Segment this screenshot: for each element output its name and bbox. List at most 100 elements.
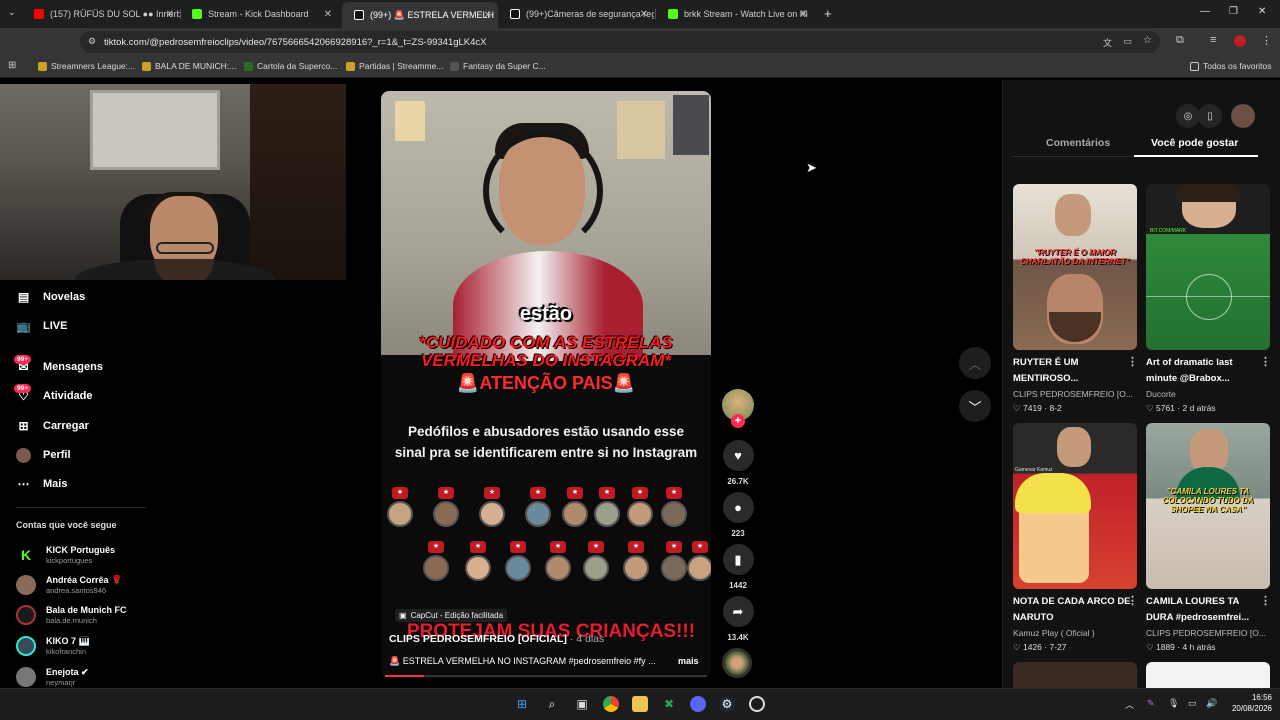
tray-app-icon[interactable]: ✎ (1147, 698, 1155, 709)
steam-icon[interactable]: ⚙ (719, 696, 735, 712)
browser-tab-kick-dashboard[interactable]: Stream - Kick Dashboard ✕ (180, 4, 338, 24)
browser-tab-kick-brkk[interactable]: brkk Stream - Watch Live on Ki ✕ (656, 4, 814, 24)
all-bookmarks[interactable]: Todos os favoritos (1190, 61, 1272, 71)
recommended-video-thumbnail[interactable]: Gamevar Kamuz (1013, 423, 1137, 589)
recommended-video-thumbnail[interactable]: "RUYTER É O MAIOR CHARLATÃO DA INTERNET" (1013, 184, 1137, 350)
sidebar-item-mais[interactable]: ⋯ Mais (16, 474, 68, 494)
followed-account[interactable]: KIKO 7 🎹 kikofranchin (16, 634, 90, 658)
tiktok-favicon-icon (510, 9, 520, 19)
new-tab-icon[interactable]: + (824, 6, 832, 21)
device-icon[interactable]: ▯ (1198, 104, 1222, 128)
video-author[interactable]: CLIPS PEDROSEMFREIO [OFICIAL] · 4 dias (389, 633, 604, 645)
recommended-video-title[interactable]: NOTA DE CADA ARCO DE NARUTO (1013, 594, 1131, 626)
followed-account[interactable]: Bala de Munich FC bala.de.munich (16, 603, 127, 627)
compass-icon[interactable]: ◎ (1176, 104, 1200, 128)
tab-comentarios[interactable]: Comentários (1046, 137, 1110, 149)
red-star-badge-icon: ★ (428, 541, 444, 553)
recommended-video-thumbnail[interactable] (1013, 662, 1137, 688)
browser-tab-youtube[interactable]: (157) RÜFÜS DU SOL ●● Innerb ✕ (22, 4, 180, 24)
followed-account[interactable]: K KICK Português kickportugues (16, 543, 115, 567)
save-button[interactable]: ▮ 1442 (722, 544, 754, 590)
media-control-icon[interactable]: ≡ (1210, 34, 1216, 46)
recommended-video-thumbnail[interactable] (1146, 662, 1270, 688)
sidebar-item-live[interactable]: 📺 LIVE (16, 316, 67, 336)
bookmark-item[interactable]: Streamners League:... (38, 61, 135, 71)
video-progress-bar[interactable] (385, 675, 707, 677)
share-icon: ➦ (722, 596, 754, 627)
excel-icon[interactable]: ✖ (661, 696, 677, 712)
recommended-video-stats: ♡ 1889 · 4 h atrás (1146, 642, 1216, 652)
bookmark-item[interactable]: Partidas | Streamme... (346, 61, 443, 71)
follow-plus-icon[interactable]: + (731, 414, 745, 428)
bookmark-item[interactable]: Fantasy da Super C... (450, 61, 546, 71)
recommended-video-thumbnail[interactable]: BIT.COM/MARK (1146, 184, 1270, 350)
minimize-window-icon[interactable]: — (1200, 6, 1210, 17)
recommended-video-title[interactable]: CAMILA LOURES TA DURA #pedrosemfrei... (1146, 594, 1264, 626)
share-button[interactable]: ➦ 13.4K (722, 596, 754, 642)
tray-expand-icon[interactable]: ︿ (1125, 698, 1134, 711)
chrome-menu-icon[interactable]: ⋮ (1261, 34, 1272, 47)
more-options-icon[interactable]: ⋮ (1260, 594, 1271, 607)
taskbar-clock[interactable]: 16:56 20/08/2026 (1222, 692, 1272, 714)
translate-icon[interactable]: 文 (1103, 36, 1112, 49)
more-options-icon[interactable]: ⋮ (1127, 355, 1138, 368)
red-star-badge-icon: ★ (628, 541, 644, 553)
followed-account[interactable]: Andréa Corrêa 🌹 andrea.santos946 (16, 573, 122, 597)
recommended-video-author[interactable]: CLIPS PEDROSEMFREIO [O... (1013, 389, 1137, 399)
obs-icon[interactable] (749, 696, 765, 712)
more-options-icon[interactable]: ⋮ (1127, 594, 1138, 607)
comment-button[interactable]: ● 223 (722, 492, 754, 538)
site-info-icon[interactable]: ⚙ (88, 36, 96, 47)
next-video-button[interactable]: ﹀ (959, 390, 991, 422)
browser-tab-tiktok-active[interactable]: (99+) 🚨 ESTRELA VERMELH ✕ (342, 2, 498, 28)
recommended-video-title[interactable]: RUYTER É UM MENTIROSO... (1013, 355, 1131, 387)
bookmark-item[interactable]: Cartola da Superco... (244, 61, 337, 71)
close-tab-icon[interactable]: ✕ (484, 10, 492, 21)
user-avatar[interactable] (1231, 104, 1255, 128)
sidebar-item-carregar[interactable]: ⊞ Carregar (16, 416, 88, 436)
more-button[interactable]: mais (678, 656, 699, 666)
sidebar-item-novelas[interactable]: ▤ Novelas (16, 287, 85, 307)
search-icon[interactable]: ⌕ (544, 696, 560, 712)
profile-avatar-icon[interactable] (1234, 35, 1246, 47)
apps-grid-icon[interactable]: ⊞ (8, 60, 16, 71)
music-disc-icon[interactable] (722, 648, 752, 678)
close-tab-icon[interactable]: ✕ (640, 9, 648, 20)
upload-icon: ⊞ (18, 419, 29, 433)
extensions-icon[interactable]: ⧉ (1176, 34, 1184, 47)
close-tab-icon[interactable]: ✕ (800, 9, 808, 20)
kick-logo-icon: K (16, 545, 36, 565)
task-view-icon[interactable]: ▣ (574, 696, 590, 712)
cast-icon[interactable]: ▭ (1123, 36, 1132, 47)
chrome-icon[interactable] (603, 696, 619, 712)
more-options-icon[interactable]: ⋮ (1260, 355, 1271, 368)
bookmark-star-icon[interactable]: ☆ (1143, 35, 1152, 46)
browser-tab-tiktok-cameras[interactable]: (99+)Câmeras de segurança reg ✕ (498, 4, 654, 24)
tab-search-icon[interactable]: ⌄ (8, 7, 16, 18)
video-caption-word: estão (519, 303, 573, 325)
close-tab-icon[interactable]: ✕ (166, 9, 174, 20)
recommended-video-thumbnail[interactable]: "CAMILA LOURES TA COLOCANDO TUDO DA SHOP… (1146, 423, 1270, 589)
sidebar-item-perfil[interactable]: Perfil (16, 445, 71, 465)
url-omnibox[interactable]: ⚙ tiktok.com/@pedrosemfreioclips/video/7… (80, 31, 1160, 53)
tab-voce-pode-gostar[interactable]: Você pode gostar (1151, 137, 1238, 149)
red-star-badge-icon: ★ (666, 487, 682, 499)
followed-account[interactable]: Enejota ✔ neymarjr (16, 665, 89, 689)
recommended-video-author[interactable]: Ducorte (1146, 389, 1270, 399)
microphone-icon[interactable]: 🎙 (1168, 698, 1179, 709)
network-icon[interactable]: ▭ (1188, 698, 1197, 709)
file-explorer-icon[interactable] (632, 696, 648, 712)
discord-icon[interactable] (690, 696, 706, 712)
bookmark-item[interactable]: BALA DE MUNICH:... (142, 61, 236, 71)
previous-video-button[interactable]: ︿ (959, 347, 991, 379)
volume-icon[interactable]: 🔊 (1206, 698, 1217, 709)
windows-start-icon[interactable]: ⊞ (514, 696, 530, 712)
close-window-icon[interactable]: ✕ (1258, 6, 1266, 17)
recommended-video-author[interactable]: CLIPS PEDROSEMFREIO [O... (1146, 628, 1270, 638)
video-player[interactable]: estão *CUIDADO COM AS ESTRELAS VERMELHAS… (381, 91, 711, 678)
like-button[interactable]: ♥ 26.7K (722, 440, 754, 486)
recommended-video-title[interactable]: Art of dramatic last minute @Brabox... (1146, 355, 1264, 387)
close-tab-icon[interactable]: ✕ (324, 9, 332, 20)
recommended-video-author[interactable]: Kamuz Play ( Oficial ) (1013, 628, 1137, 638)
maximize-window-icon[interactable]: ❐ (1229, 6, 1238, 17)
